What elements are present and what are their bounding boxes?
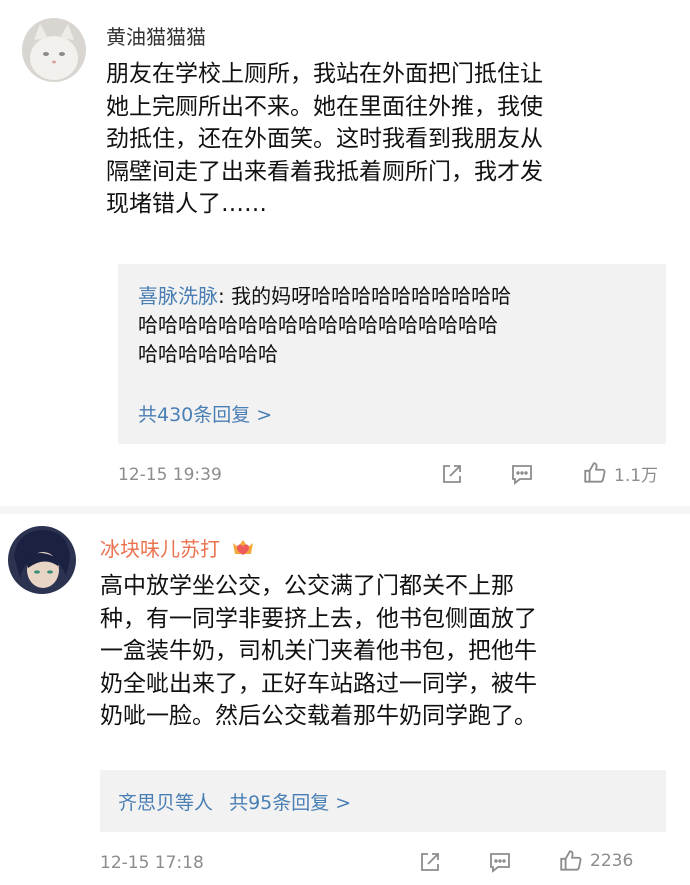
thumbs-up-icon	[584, 462, 606, 483]
comment-bubble-icon	[490, 853, 510, 873]
share-button[interactable]	[418, 850, 442, 874]
like-button[interactable]: 1.1万	[582, 460, 658, 486]
divider	[0, 506, 690, 514]
like-count: 2236	[590, 851, 634, 871]
comment-text-line: 隔壁间走了出来看着我抵着厕所门，我才发	[106, 158, 543, 185]
comment-text-line: 朋友在学校上厕所，我站在外面把门抵住让	[106, 61, 543, 87]
reply-separator: :	[218, 284, 232, 308]
reply-text: 我的妈呀哈哈哈哈哈哈哈哈哈哈	[231, 284, 512, 308]
comment-button[interactable]	[488, 850, 512, 874]
crown-heart-icon	[233, 540, 254, 555]
avatar[interactable]	[22, 18, 86, 82]
share-icon	[421, 853, 439, 871]
timestamp: 12-15 19:39	[118, 465, 222, 485]
comment-text: 高中放学坐公交，公交满了门都关不上那 种，有一同学非要挤上去，他书包侧面放了 一…	[100, 570, 537, 733]
thumbs-up-icon	[560, 850, 582, 871]
reply-text: 哈哈哈哈哈哈哈哈哈哈哈哈哈哈哈哈哈哈	[138, 313, 498, 337]
comment-text: 朋友在学校上厕所，我站在外面把门抵住让 她上完厕所出不来。她在里面往外推，我使 …	[106, 58, 543, 221]
share-button[interactable]	[440, 462, 464, 486]
comment-text-line: 现堵错人了……	[106, 191, 267, 217]
comment-text-line: 她上完厕所出不来。她在里面往外推，我使	[106, 93, 543, 120]
comment-text-line: 奶全呲出来了，正好车站路过一同学，被牛	[100, 670, 537, 697]
comment-item: 冰块味儿苏打 高中放学坐公交，公交满了门都关不上那 种，有一同学非要挤上去，他书…	[0, 514, 690, 885]
more-replies-link[interactable]: 共430条回复 >	[138, 400, 272, 427]
comment-text-line: 奶呲一脸。然后公交载着那牛奶同学跑了。	[100, 703, 537, 729]
reply-preview[interactable]: 喜脉洗脉: 我的妈呀哈哈哈哈哈哈哈哈哈哈 哈哈哈哈哈哈哈哈哈哈哈哈哈哈哈哈哈哈 …	[118, 264, 666, 444]
comment-bubble-icon	[512, 465, 532, 485]
reply-author[interactable]: 喜脉洗脉	[138, 284, 218, 308]
comment-text-line: 一盒装牛奶，司机关门夹着他书包，把他牛	[100, 638, 537, 664]
reply-text: 哈哈哈哈哈哈哈	[138, 342, 278, 366]
like-button[interactable]: 2236	[558, 848, 633, 874]
reply-authors[interactable]: 齐思贝等人	[118, 792, 213, 814]
username-text: 冰块味儿苏打	[100, 537, 220, 561]
timestamp: 12-15 17:18	[100, 853, 204, 873]
comment-button[interactable]	[510, 462, 534, 486]
share-icon	[443, 465, 461, 483]
comment-text-line: 高中放学坐公交，公交满了门都关不上那	[100, 573, 514, 599]
reply-preview[interactable]: 齐思贝等人 共95条回复 >	[100, 770, 666, 832]
like-count: 1.1万	[614, 465, 659, 486]
comment-item: 黄油猫猫猫 朋友在学校上厕所，我站在外面把门抵住让 她上完厕所出不来。她在里面往…	[0, 0, 690, 506]
comment-text-line: 劲抵住，还在外面笑。这时我看到我朋友从	[106, 126, 543, 152]
comment-text-line: 种，有一同学非要挤上去，他书包侧面放了	[100, 605, 537, 632]
username[interactable]: 黄油猫猫猫	[106, 24, 206, 50]
more-replies-link[interactable]: 共95条回复 >	[229, 792, 351, 814]
username[interactable]: 冰块味儿苏打	[100, 536, 256, 562]
avatar[interactable]	[8, 526, 76, 594]
